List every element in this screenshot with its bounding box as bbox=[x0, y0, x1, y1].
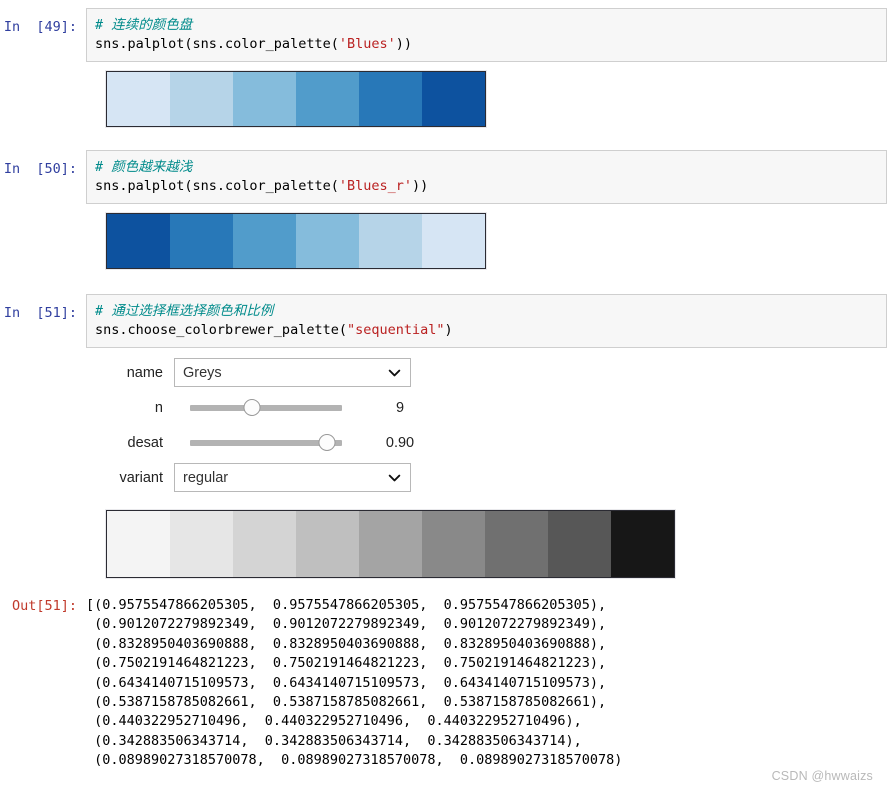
palette-swatch bbox=[107, 72, 170, 126]
input-prompt-49: In [49]: bbox=[3, 19, 77, 35]
palette-swatch bbox=[485, 511, 548, 577]
select-palette-name-value: Greys bbox=[183, 364, 222, 381]
watermark-label: CSDN @hwwaizs bbox=[771, 769, 873, 783]
input-prompt-51: In [51]: bbox=[3, 305, 77, 321]
select-variant[interactable]: regular bbox=[174, 463, 411, 492]
color-palette-blues bbox=[106, 71, 486, 127]
palette-swatch bbox=[296, 214, 359, 268]
palette-swatch bbox=[359, 511, 422, 577]
palette-swatch bbox=[296, 511, 359, 577]
palette-swatch bbox=[611, 511, 674, 577]
palette-swatch bbox=[422, 214, 485, 268]
label-desat: desat bbox=[127, 434, 163, 451]
code-after: )) bbox=[395, 36, 413, 52]
notebook-output-50 bbox=[0, 204, 887, 278]
palette-swatch bbox=[107, 214, 170, 268]
output-prompt-51: Out[51]: bbox=[11, 598, 77, 614]
select-palette-name[interactable]: Greys bbox=[174, 358, 411, 387]
palette-output-50 bbox=[86, 204, 887, 278]
palette-swatch bbox=[422, 72, 485, 126]
palette-output-51 bbox=[86, 501, 887, 587]
slider-desat[interactable] bbox=[190, 433, 342, 453]
palette-swatch bbox=[548, 511, 611, 577]
widget-row-variant: variant regular bbox=[106, 460, 887, 495]
palette-swatch bbox=[233, 214, 296, 268]
select-variant-value: regular bbox=[183, 469, 229, 486]
comment-text: # 颜色越来越浅 bbox=[95, 159, 193, 175]
widget-row-desat: desat 0.90 bbox=[106, 425, 887, 460]
palette-output-49 bbox=[86, 62, 887, 136]
palette-swatch bbox=[233, 72, 296, 126]
code-before: sns.palplot(sns.color_palette( bbox=[95, 178, 339, 194]
widget-area: name Greys n 9 desat 0.90 variant regula… bbox=[86, 348, 887, 501]
chevron-down-icon bbox=[388, 471, 401, 484]
code-before: sns.palplot(sns.color_palette( bbox=[95, 36, 339, 52]
notebook-text-output-51: Out[51]: [(0.9575547866205305, 0.9575547… bbox=[0, 595, 887, 771]
code-after: )) bbox=[412, 178, 429, 194]
code-line-comment: # 颜色越来越浅 bbox=[95, 158, 882, 177]
palette-swatch bbox=[359, 214, 422, 268]
palette-swatch bbox=[170, 72, 233, 126]
slider-n[interactable] bbox=[190, 398, 342, 418]
code-before: sns.choose_colorbrewer_palette( bbox=[95, 322, 347, 338]
palette-swatch bbox=[170, 214, 233, 268]
code-line-statement: sns.choose_colorbrewer_palette("sequenti… bbox=[95, 321, 882, 340]
palette-swatch bbox=[233, 511, 296, 577]
color-palette-blues-r bbox=[106, 213, 486, 269]
comment-text: # 通过选择框选择颜色和比例 bbox=[95, 303, 274, 319]
input-prompt-50: In [50]: bbox=[3, 161, 77, 177]
palette-swatch bbox=[170, 511, 233, 577]
code-string: "sequential" bbox=[346, 322, 445, 338]
palette-swatch bbox=[107, 511, 170, 577]
palette-swatch bbox=[296, 72, 359, 126]
chevron-down-icon bbox=[388, 366, 401, 379]
color-palette-greys bbox=[106, 510, 675, 578]
slider-desat-value: 0.90 bbox=[385, 434, 415, 451]
slider-n-track bbox=[190, 404, 342, 411]
label-n: n bbox=[154, 399, 163, 416]
code-after: ) bbox=[444, 322, 453, 338]
notebook-widget-output-51: name Greys n 9 desat 0.90 variant regula… bbox=[0, 348, 887, 501]
notebook-cell-49: In [49]: # 连续的颜色盘 sns.palplot(sns.color_… bbox=[0, 8, 887, 62]
text-output-area: [(0.9575547866205305, 0.9575547866205305… bbox=[86, 595, 887, 771]
slider-desat-handle[interactable] bbox=[318, 434, 336, 451]
notebook-cell-51: In [51]: # 通过选择框选择颜色和比例 sns.choose_color… bbox=[0, 294, 887, 348]
palette-wrap-greys bbox=[86, 501, 887, 587]
widget-row-name: name Greys bbox=[106, 355, 887, 390]
notebook-output-49 bbox=[0, 62, 887, 136]
output-repr-text: [(0.9575547866205305, 0.9575547866205305… bbox=[86, 597, 623, 769]
comment-text: # 连续的颜色盘 bbox=[95, 17, 193, 33]
code-input-51[interactable]: # 通过选择框选择颜色和比例 sns.choose_colorbrewer_pa… bbox=[86, 294, 887, 348]
label-variant: variant bbox=[119, 469, 163, 486]
notebook-container: In [49]: # 连续的颜色盘 sns.palplot(sns.color_… bbox=[0, 0, 887, 771]
code-string: 'Blues' bbox=[338, 36, 396, 52]
code-line-comment: # 通过选择框选择颜色和比例 bbox=[95, 302, 882, 321]
label-name: name bbox=[126, 364, 163, 381]
notebook-cell-50: In [50]: # 颜色越来越浅 sns.palplot(sns.color_… bbox=[0, 150, 887, 204]
widget-row-n: n 9 bbox=[106, 390, 887, 425]
palette-swatch bbox=[422, 511, 485, 577]
palette-wrap-blues-r bbox=[86, 204, 887, 278]
code-line-statement: sns.palplot(sns.color_palette('Blues_r')… bbox=[95, 177, 882, 196]
code-line-comment: # 连续的颜色盘 bbox=[95, 16, 882, 35]
code-input-49[interactable]: # 连续的颜色盘 sns.palplot(sns.color_palette('… bbox=[86, 8, 887, 62]
slider-n-value: 9 bbox=[395, 399, 405, 416]
notebook-palette-output-51 bbox=[0, 501, 887, 587]
palette-wrap-blues bbox=[86, 62, 887, 136]
colorbrewer-widget-panel: name Greys n 9 desat 0.90 variant regula… bbox=[86, 348, 887, 501]
code-input-50[interactable]: # 颜色越来越浅 sns.palplot(sns.color_palette('… bbox=[86, 150, 887, 204]
palette-swatch bbox=[359, 72, 422, 126]
code-string: 'Blues_r' bbox=[338, 178, 412, 194]
code-line-statement: sns.palplot(sns.color_palette('Blues')) bbox=[95, 35, 882, 54]
slider-n-handle[interactable] bbox=[243, 399, 261, 416]
